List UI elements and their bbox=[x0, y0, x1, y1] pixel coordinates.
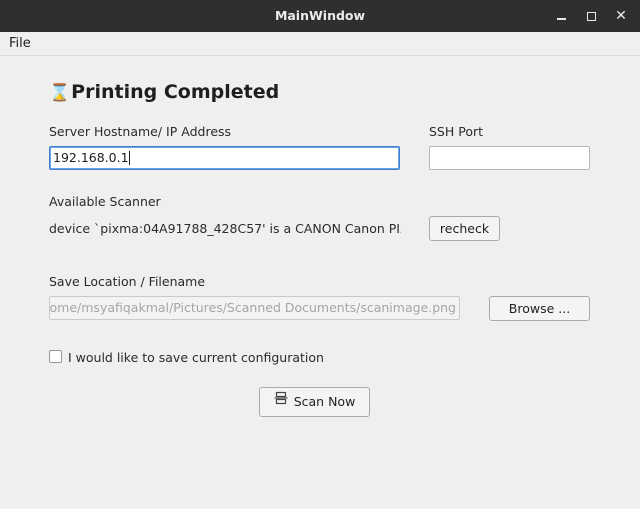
server-hostname-label: Server Hostname/ IP Address bbox=[49, 124, 232, 139]
available-scanner-label: Available Scanner bbox=[49, 194, 161, 209]
save-location-input[interactable]: /home/msyafiqakmal/Pictures/Scanned Docu… bbox=[49, 296, 460, 320]
scan-now-button[interactable]: Scan Now bbox=[259, 387, 370, 417]
scanner-icon bbox=[274, 387, 288, 415]
server-hostname-value: 192.168.0.1 bbox=[53, 150, 129, 165]
save-location-label: Save Location / Filename bbox=[49, 274, 206, 289]
menu-bar: File bbox=[0, 32, 640, 56]
title-bar[interactable]: MainWindow ✕ bbox=[0, 0, 640, 32]
scan-now-button-label: Scan Now bbox=[293, 394, 356, 409]
text-caret bbox=[128, 150, 130, 165]
recheck-button-label: recheck bbox=[439, 221, 490, 236]
scanner-device-text: device `pixma:04A91788_428C57' is a CANO… bbox=[49, 221, 401, 236]
recheck-button[interactable]: recheck bbox=[429, 216, 500, 241]
close-button[interactable]: ✕ bbox=[611, 6, 631, 26]
browse-button[interactable]: Browse ... bbox=[489, 296, 590, 321]
server-hostname-input[interactable]: 192.168.0.1 bbox=[49, 146, 400, 170]
save-location-value: /home/msyafiqakmal/Pictures/Scanned Docu… bbox=[49, 300, 456, 315]
maximize-button[interactable] bbox=[581, 6, 601, 26]
maximize-icon bbox=[586, 12, 596, 21]
minimize-icon bbox=[556, 17, 566, 20]
ssh-port-input[interactable] bbox=[429, 146, 590, 170]
status-heading: ⌛Printing Completed bbox=[49, 79, 279, 105]
status-heading-text: Printing Completed bbox=[71, 81, 280, 103]
main-window: MainWindow ✕ File ⌛Printing Completed Se… bbox=[0, 0, 640, 509]
minimize-button[interactable] bbox=[551, 6, 571, 26]
browse-button-label: Browse ... bbox=[508, 301, 571, 316]
close-icon: ✕ bbox=[615, 8, 627, 24]
save-config-label[interactable]: I would like to save current configurati… bbox=[68, 350, 324, 366]
ssh-port-label: SSH Port bbox=[429, 124, 484, 139]
save-config-checkbox[interactable] bbox=[49, 350, 62, 363]
menu-file[interactable]: File bbox=[3, 32, 37, 55]
window-title: MainWindow bbox=[274, 8, 366, 23]
hourglass-icon: ⌛ bbox=[49, 83, 71, 103]
